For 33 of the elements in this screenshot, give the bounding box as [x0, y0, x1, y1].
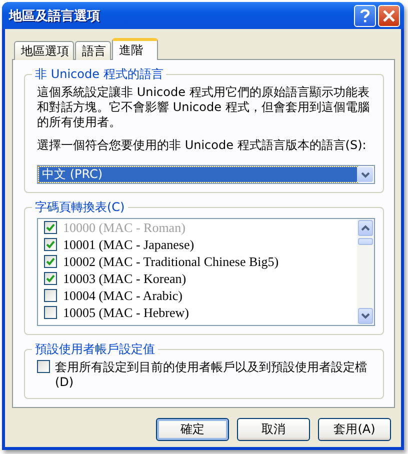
- list-item-label[interactable]: 10004 (MAC - Arabic): [63, 288, 183, 304]
- scrollbar[interactable]: [357, 219, 374, 325]
- group-title: 預設使用者帳戶設定值: [34, 341, 156, 358]
- checkbox-label: 套用所有設定到目前的使用者帳戶以及到預設使用者設定檔(D): [55, 360, 368, 390]
- tab[interactable]: 語言: [75, 41, 111, 60]
- checkbox[interactable]: [44, 255, 57, 268]
- tab[interactable]: 地區選項: [14, 41, 74, 60]
- scroll-up-button[interactable]: [358, 220, 373, 236]
- close-button[interactable]: [378, 4, 400, 26]
- help-icon: [360, 8, 370, 22]
- checkbox[interactable]: [37, 360, 50, 373]
- description-text: 這個系統設定讓非 Unicode 程式用它們的原始語言顯示功能表和對話方塊。它不會影響 Unicode 程式，但會套用到這個電腦的所有使用者。: [37, 85, 370, 130]
- list-item-label[interactable]: 10005 (MAC - Hebrew): [63, 304, 190, 320]
- list-item-label[interactable]: 10002 (MAC - Traditional Chinese Big5): [63, 254, 279, 270]
- scroll-down-button[interactable]: [358, 308, 373, 324]
- dialog-button[interactable]: 取消: [237, 418, 310, 441]
- help-button[interactable]: [354, 4, 376, 26]
- scroll-thumb[interactable]: [358, 238, 373, 245]
- dialog-button[interactable]: 確定: [156, 418, 229, 441]
- tab[interactable]: 進階: [112, 38, 158, 60]
- group-title: 字碼頁轉換表(C): [34, 199, 126, 216]
- prompt-text: 選擇一個符合您要使用的非 Unicode 程式語言版本的語言(S):: [37, 138, 368, 153]
- list-item-label[interactable]: 10003 (MAC - Korean): [63, 270, 186, 286]
- checkbox[interactable]: [44, 289, 57, 302]
- checkbox[interactable]: [44, 272, 57, 285]
- group-title: 非 Unicode 程式的語言: [34, 66, 164, 83]
- language-dropdown[interactable]: 中文 (PRC): [37, 165, 375, 184]
- close-icon: [383, 10, 395, 22]
- checkbox[interactable]: [44, 238, 57, 251]
- dialog-button[interactable]: 套用(A): [318, 418, 391, 441]
- list-item-label[interactable]: 10001 (MAC - Japanese): [63, 236, 194, 252]
- checkbox[interactable]: [44, 306, 57, 319]
- window-title: 地區及語言選項: [9, 8, 101, 24]
